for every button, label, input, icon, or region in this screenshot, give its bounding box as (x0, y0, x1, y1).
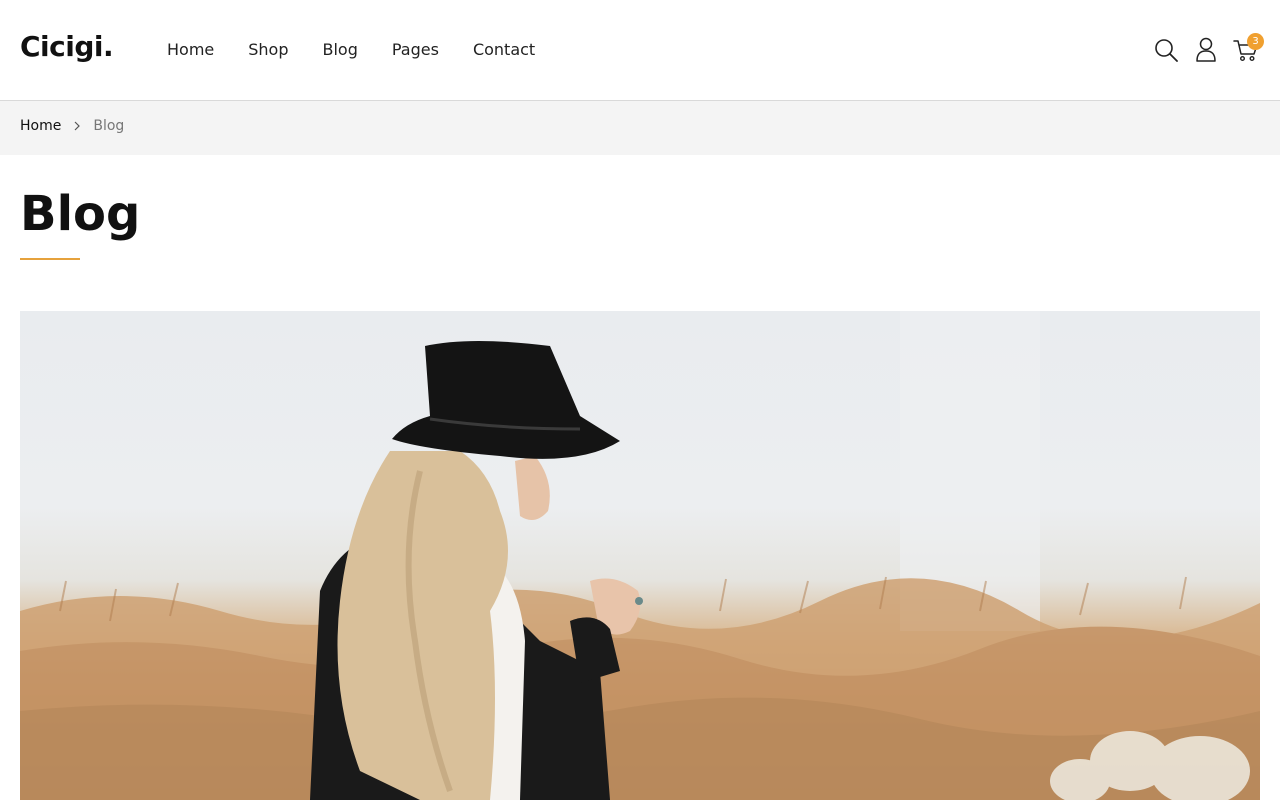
account-button[interactable] (1192, 34, 1220, 66)
hero-photo-illustration (20, 311, 1260, 800)
page-title: Blog (20, 186, 141, 242)
nav-item-blog[interactable]: Blog (323, 39, 358, 61)
blog-hero-image[interactable] (20, 311, 1260, 800)
cart-button[interactable]: 3 (1232, 33, 1264, 66)
site-logo[interactable]: Cicigi. (20, 30, 114, 63)
search-button[interactable] (1152, 34, 1180, 66)
header-tools: 3 (1152, 33, 1264, 66)
chevron-right-icon (74, 121, 81, 131)
nav-item-home[interactable]: Home (167, 39, 214, 61)
nav-item-pages[interactable]: Pages (392, 39, 439, 61)
nav-item-contact[interactable]: Contact (473, 39, 535, 61)
user-icon (1196, 37, 1216, 62)
site-header: Cicigi. Home Shop Blog Pages Contact 3 (0, 0, 1280, 101)
search-icon (1155, 39, 1178, 62)
breadcrumb: Home Blog (20, 118, 124, 134)
main-nav: Home Shop Blog Pages Contact (167, 39, 535, 61)
breadcrumb-current: Blog (93, 118, 125, 134)
breadcrumb-bar: Home Blog (0, 101, 1280, 155)
cart-count-badge: 3 (1247, 33, 1264, 50)
nav-item-shop[interactable]: Shop (248, 39, 288, 61)
title-underline (20, 258, 80, 260)
breadcrumb-home[interactable]: Home (20, 118, 61, 134)
